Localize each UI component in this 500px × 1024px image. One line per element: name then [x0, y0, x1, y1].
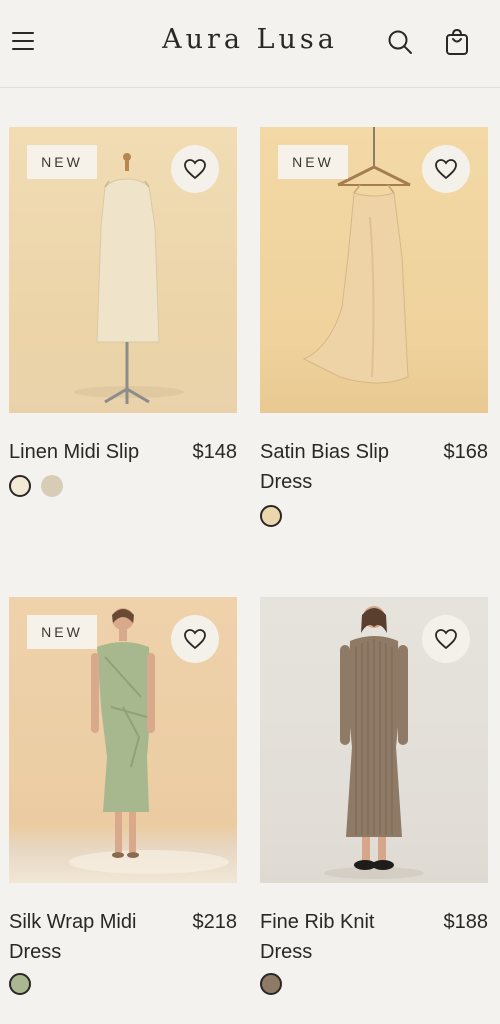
- new-badge: NEW: [278, 145, 348, 179]
- color-swatches: [260, 505, 282, 527]
- color-swatch[interactable]: [9, 973, 31, 995]
- new-badge: NEW: [27, 615, 97, 649]
- brand-logo[interactable]: Aura Lusa: [0, 24, 500, 55]
- product-image[interactable]: NEW: [260, 127, 488, 413]
- new-badge: NEW: [27, 145, 97, 179]
- search-icon[interactable]: [386, 28, 414, 56]
- product-image[interactable]: NEW: [9, 597, 237, 883]
- product-price: $188: [443, 911, 489, 933]
- top-header: Aura Lusa: [0, 0, 500, 88]
- product-image[interactable]: NEW: [9, 127, 237, 413]
- color-swatches: [9, 973, 31, 995]
- color-swatch[interactable]: [41, 475, 63, 497]
- product-price: $218: [192, 911, 238, 933]
- product-name[interactable]: Linen Midi Slip: [9, 437, 169, 467]
- product-price: $168: [443, 441, 489, 463]
- product-name[interactable]: Fine Rib Knit Dress: [260, 907, 420, 967]
- heart-icon[interactable]: [171, 145, 219, 193]
- shopping-bag-icon[interactable]: [443, 28, 471, 56]
- color-swatch[interactable]: [260, 973, 282, 995]
- heart-icon[interactable]: [422, 145, 470, 193]
- color-swatch[interactable]: [260, 505, 282, 527]
- product-card[interactable]: NEW Satin Bias Slip Dress $168: [260, 127, 488, 527]
- product-name[interactable]: Silk Wrap Midi Dress: [9, 907, 169, 967]
- heart-icon[interactable]: [171, 615, 219, 663]
- product-card[interactable]: Fine Rib Knit Dress $188: [260, 597, 488, 997]
- product-card[interactable]: NEW Silk Wrap Midi Dress $218: [9, 597, 237, 997]
- color-swatch[interactable]: [9, 475, 31, 497]
- heart-icon[interactable]: [422, 615, 470, 663]
- color-swatches: [9, 475, 63, 497]
- color-swatches: [260, 973, 282, 995]
- product-card[interactable]: NEW Linen Midi Slip $148: [9, 127, 237, 527]
- product-name[interactable]: Satin Bias Slip Dress: [260, 437, 420, 497]
- product-image[interactable]: [260, 597, 488, 883]
- product-price: $148: [192, 441, 238, 463]
